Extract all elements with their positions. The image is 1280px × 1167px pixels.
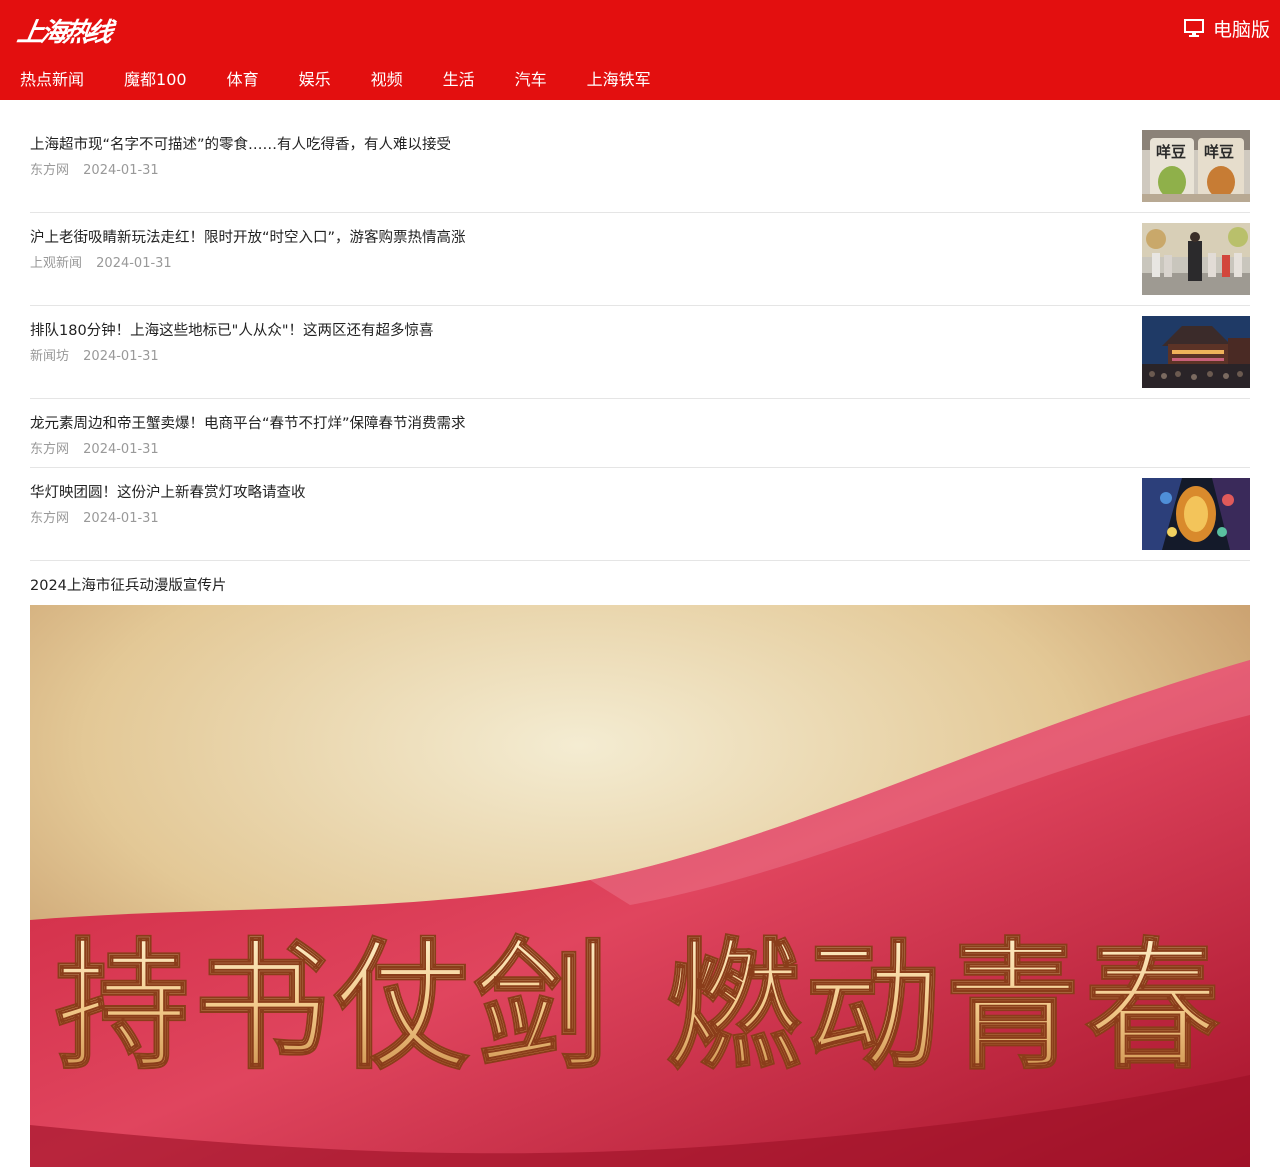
- news-meta: 上观新闻 2024-01-31: [30, 252, 172, 271]
- news-title[interactable]: 排队180分钟！上海这些地标已"人从众"！这两区还有超多惊喜: [30, 319, 434, 340]
- nav-item-auto[interactable]: 汽车: [515, 66, 547, 90]
- news-source: 上观新闻: [30, 256, 83, 271]
- news-item[interactable]: 排队180分钟！上海这些地标已"人从众"！这两区还有超多惊喜 新闻坊 2024-…: [30, 306, 1250, 399]
- news-source: 东方网: [30, 163, 70, 178]
- news-date: 2024-01-31: [83, 511, 159, 526]
- nav-item-life[interactable]: 生活: [443, 66, 475, 90]
- news-meta: 东方网 2024-01-31: [30, 507, 159, 526]
- nav-item-sports[interactable]: 体育: [227, 66, 259, 90]
- news-item[interactable]: 沪上老街吸睛新玩法走红！限时开放“时空入口”，游客购票热情高涨 上观新闻 202…: [30, 213, 1250, 306]
- channel-nav: 热点新闻 魔都100 体育 娱乐 视频 生活 汽车 上海铁军: [0, 56, 671, 100]
- news-thumbnail[interactable]: [1142, 316, 1250, 388]
- nav-item-hot-news[interactable]: 热点新闻: [20, 66, 84, 90]
- news-meta: 东方网 2024-01-31: [30, 159, 159, 178]
- video-title[interactable]: 2024上海市征兵动漫版宣传片: [30, 574, 226, 595]
- nav-item-modu100[interactable]: 魔都100: [124, 66, 187, 90]
- video-poster[interactable]: 持书仗剑 燃动青春: [30, 605, 1250, 1167]
- site-header: 上海热线 电脑版 热点新闻 魔都100 体育 娱乐 视频 生活 汽车 上海铁军: [0, 0, 1280, 100]
- news-thumbnail[interactable]: 咩豆 咩豆: [1142, 130, 1250, 202]
- nav-item-shanghai-tiejun[interactable]: 上海铁军: [587, 66, 651, 90]
- svg-text:咩豆: 咩豆: [1204, 143, 1234, 161]
- desktop-version-link[interactable]: 电脑版: [1183, 14, 1270, 42]
- news-item[interactable]: 龙元素周边和帝王蟹卖爆！电商平台“春节不打烊”保障春节消费需求 东方网 2024…: [30, 399, 1250, 468]
- news-date: 2024-01-31: [83, 442, 159, 457]
- news-title[interactable]: 上海超市现“名字不可描述”的零食……有人吃得香，有人难以接受: [30, 133, 451, 154]
- svg-text:咩豆: 咩豆: [1156, 143, 1186, 161]
- news-item[interactable]: 华灯映团圆！这份沪上新春赏灯攻略请查收 东方网 2024-01-31: [30, 468, 1250, 561]
- nav-item-video[interactable]: 视频: [371, 66, 403, 90]
- desktop-version-label: 电脑版: [1212, 18, 1270, 41]
- news-item[interactable]: 上海超市现“名字不可描述”的零食……有人吃得香，有人难以接受 东方网 2024-…: [30, 120, 1250, 213]
- news-title[interactable]: 沪上老街吸睛新玩法走红！限时开放“时空入口”，游客购票热情高涨: [30, 226, 466, 247]
- news-source: 东方网: [30, 511, 70, 526]
- news-list: 上海超市现“名字不可描述”的零食……有人吃得香，有人难以接受 东方网 2024-…: [30, 120, 1250, 561]
- site-logo[interactable]: 上海热线: [15, 12, 114, 49]
- nav-item-entertainment[interactable]: 娱乐: [299, 66, 331, 90]
- news-meta: 东方网 2024-01-31: [30, 438, 159, 457]
- news-title[interactable]: 龙元素周边和帝王蟹卖爆！电商平台“春节不打烊”保障春节消费需求: [30, 412, 466, 433]
- news-title[interactable]: 华灯映团圆！这份沪上新春赏灯攻略请查收: [30, 481, 306, 502]
- monitor-icon: [1183, 19, 1204, 37]
- news-source: 东方网: [30, 442, 70, 457]
- news-date: 2024-01-31: [83, 163, 159, 178]
- news-thumbnail[interactable]: [1142, 223, 1250, 295]
- news-source: 新闻坊: [30, 349, 70, 364]
- news-meta: 新闻坊 2024-01-31: [30, 345, 159, 364]
- news-date: 2024-01-31: [83, 349, 159, 364]
- video-poster-slogan: 持书仗剑 燃动青春: [55, 925, 1225, 1089]
- news-date: 2024-01-31: [96, 256, 172, 271]
- news-thumbnail[interactable]: [1142, 478, 1250, 550]
